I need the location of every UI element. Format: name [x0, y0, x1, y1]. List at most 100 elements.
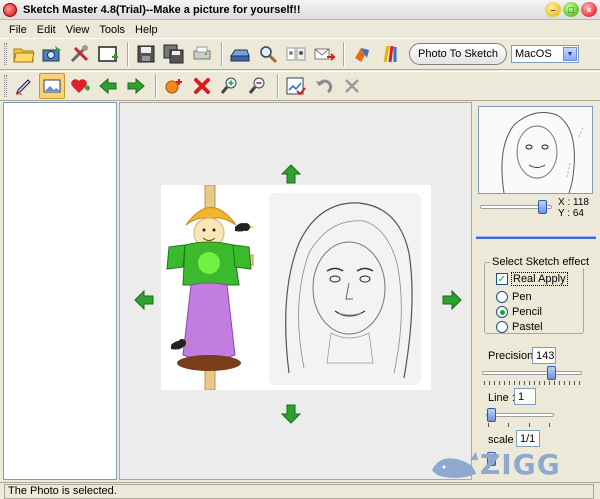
option-pen-label: Pen — [512, 291, 532, 303]
email-button[interactable] — [311, 41, 337, 67]
menu-view[interactable]: View — [61, 24, 95, 36]
option-pastel-label: Pastel — [512, 321, 543, 333]
add-photo-button[interactable] — [161, 73, 187, 99]
precision-slider-ticks — [484, 381, 580, 385]
panel-splitter[interactable] — [476, 236, 596, 239]
save-all-icon — [163, 44, 184, 64]
zoom-button[interactable] — [255, 41, 281, 67]
delete-button[interactable] — [189, 73, 215, 99]
sketch-effect-group-title: Select Sketch effect — [490, 256, 592, 268]
save-button[interactable] — [133, 41, 159, 67]
watermark-text: ZIGG — [480, 448, 561, 481]
real-apply-checkbox[interactable]: ✓ — [496, 273, 508, 285]
precision-slider-thumb[interactable] — [547, 366, 556, 380]
zoom-out-icon — [248, 77, 265, 94]
print-button[interactable] — [189, 41, 215, 67]
chevron-down-icon[interactable]: ▼ — [563, 47, 577, 61]
chart-check-icon — [286, 77, 306, 96]
window-controls: – □ × — [545, 2, 597, 17]
toolbar-separator — [221, 42, 223, 66]
scanner-icon — [230, 49, 250, 62]
menu-bar: File Edit View Tools Help — [0, 21, 600, 38]
real-apply-checkbox-row[interactable]: ✓ Real Apply — [496, 272, 568, 286]
open-folder-button[interactable] — [11, 41, 37, 67]
title-bar: Sketch Master 4.8(Trial)--Make a picture… — [0, 0, 600, 20]
pen-icon — [16, 79, 31, 95]
forward-button[interactable] — [123, 73, 149, 99]
zoom-out-button[interactable] — [245, 73, 271, 99]
add-favorite-button[interactable] — [67, 73, 93, 99]
preview-slider-thumb[interactable] — [538, 200, 547, 214]
effect-button[interactable] — [349, 41, 375, 67]
apply-effect-button[interactable] — [283, 73, 309, 99]
preview-sketch — [479, 107, 592, 194]
precision-input[interactable]: 143 — [532, 347, 556, 364]
edit-toolbar — [0, 71, 600, 101]
line-slider-track[interactable] — [486, 413, 554, 417]
new-canvas-icon — [98, 46, 118, 62]
toolbar-grip[interactable] — [4, 75, 7, 97]
cancel-button[interactable] — [339, 73, 365, 99]
scale-input[interactable]: 1/1 — [516, 430, 540, 447]
line-label: Line : — [488, 392, 515, 404]
undo-button[interactable] — [311, 73, 337, 99]
compare-button[interactable] — [283, 41, 309, 67]
pen-tool-button[interactable] — [11, 73, 37, 99]
arrow-right-icon — [127, 77, 145, 95]
move-left-arrow-icon[interactable] — [133, 289, 155, 311]
menu-tools[interactable]: Tools — [94, 24, 130, 36]
line-input[interactable]: 1 — [514, 388, 536, 405]
option-pencil-row[interactable]: Pencil — [496, 306, 542, 318]
camera-import-button[interactable] — [39, 41, 65, 67]
option-pastel-row[interactable]: Pastel — [496, 321, 543, 333]
line-slider-thumb[interactable] — [487, 408, 496, 422]
canvas-area[interactable] — [119, 102, 472, 480]
radio-selected-dot — [499, 309, 505, 315]
toolbar-grip[interactable] — [4, 43, 7, 65]
file-list-panel[interactable] — [3, 102, 117, 480]
brushes-icon — [383, 45, 397, 63]
precision-slider-track[interactable] — [482, 371, 582, 375]
menu-edit[interactable]: Edit — [32, 24, 61, 36]
move-right-arrow-icon[interactable] — [441, 289, 463, 311]
style-select[interactable]: MacOS ▼ — [511, 45, 579, 63]
preview-thumbnail[interactable] — [478, 106, 593, 194]
back-button[interactable] — [95, 73, 121, 99]
minimize-button[interactable]: – — [545, 2, 561, 17]
option-pen-row[interactable]: Pen — [496, 291, 532, 303]
toolbar-separator — [155, 74, 157, 98]
toolbar-separator — [343, 42, 345, 66]
main-toolbar: Photo To Sketch MacOS ▼ — [0, 38, 600, 70]
tools-icon — [70, 45, 89, 63]
toolbar-separator — [277, 74, 279, 98]
magnifier-icon — [260, 46, 278, 64]
photo-frame[interactable] — [161, 185, 431, 390]
option-pen-radio[interactable] — [496, 291, 508, 303]
save-all-button[interactable] — [161, 41, 187, 67]
photo-to-sketch-button[interactable]: Photo To Sketch — [409, 43, 507, 65]
zoom-in-icon — [220, 77, 237, 94]
new-canvas-button[interactable] — [95, 41, 121, 67]
option-pastel-radio[interactable] — [496, 321, 508, 333]
scanner-button[interactable] — [227, 41, 253, 67]
option-pencil-radio[interactable] — [496, 306, 508, 318]
image-button[interactable] — [39, 73, 65, 99]
move-up-arrow-icon[interactable] — [280, 163, 302, 185]
move-down-arrow-icon[interactable] — [280, 403, 302, 425]
arrow-left-icon — [99, 77, 117, 95]
cancel-icon — [345, 79, 359, 93]
precision-label: Precision: — [488, 350, 537, 362]
menu-file[interactable]: File — [4, 24, 32, 36]
camera-icon — [42, 46, 61, 62]
status-text: The Photo is selected. — [4, 483, 594, 499]
brushes-button[interactable] — [377, 41, 403, 67]
print-icon — [193, 46, 211, 60]
add-photo-icon — [165, 79, 182, 94]
undo-icon — [316, 79, 333, 94]
close-button[interactable]: × — [581, 2, 597, 17]
zoom-in-button[interactable] — [217, 73, 243, 99]
menu-help[interactable]: Help — [130, 24, 163, 36]
maximize-button[interactable]: □ — [563, 2, 579, 17]
save-icon — [137, 45, 155, 63]
tools-button[interactable] — [67, 41, 93, 67]
